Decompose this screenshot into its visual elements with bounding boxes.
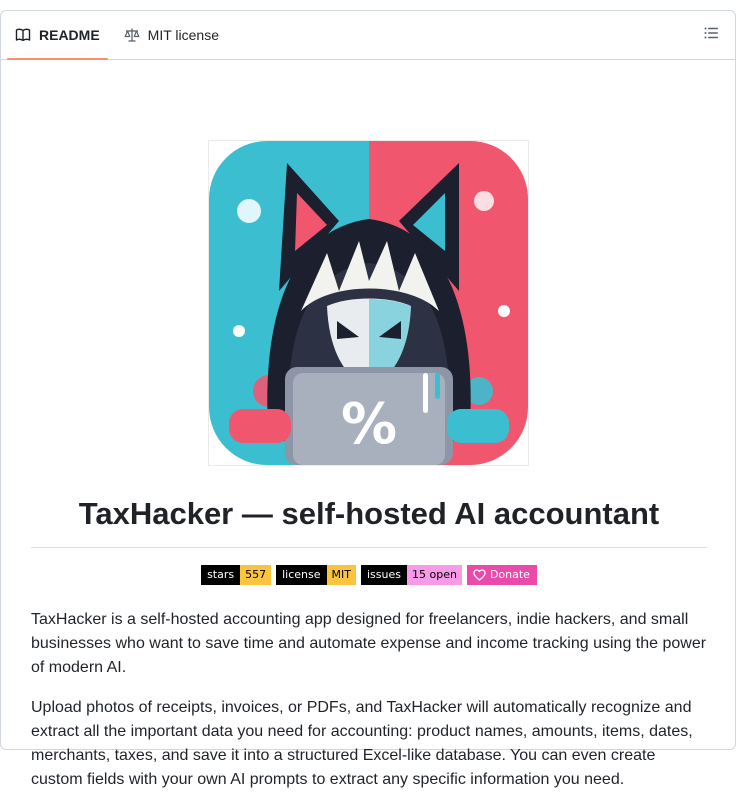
tab-license[interactable]: MIT license bbox=[116, 11, 227, 59]
svg-text:%: % bbox=[341, 392, 397, 457]
tab-license-label: MIT license bbox=[147, 27, 219, 43]
list-unordered-icon bbox=[703, 25, 719, 46]
stars-badge[interactable]: stars 557 bbox=[201, 565, 272, 585]
scale-icon bbox=[124, 27, 140, 43]
license-badge-key: license bbox=[276, 565, 327, 585]
outline-button[interactable] bbox=[701, 25, 721, 45]
upload-paragraph: Upload photos of receipts, invoices, or … bbox=[31, 699, 693, 788]
book-icon bbox=[15, 27, 31, 43]
readme-tabbar: README MIT license bbox=[1, 11, 735, 60]
readme-panel: README MIT license % TaxHacker — self-ho… bbox=[0, 10, 737, 788]
readme-title: TaxHacker — self-hosted AI accountant bbox=[78, 496, 660, 531]
tab-readme[interactable]: README bbox=[7, 11, 108, 60]
badge-row: stars 557 license MIT issues 15 open Don… bbox=[1, 565, 737, 585]
issues-badge[interactable]: issues 15 open bbox=[360, 565, 462, 585]
donate-badge[interactable]: Donate bbox=[466, 565, 537, 585]
license-badge[interactable]: license MIT bbox=[276, 565, 356, 585]
donate-label: Donate bbox=[489, 568, 530, 581]
license-badge-value: MIT bbox=[326, 565, 356, 585]
stars-badge-key: stars bbox=[201, 565, 241, 585]
heart-icon bbox=[473, 569, 486, 581]
intro-paragraph: TaxHacker is a self-hosted accounting ap… bbox=[31, 611, 707, 676]
tab-readme-label: README bbox=[39, 27, 100, 43]
taxhacker-logo-image: % bbox=[208, 140, 529, 466]
issues-badge-value: 15 open bbox=[406, 565, 462, 585]
title-divider bbox=[31, 547, 707, 548]
issues-badge-key: issues bbox=[360, 565, 407, 585]
stars-badge-value: 557 bbox=[240, 565, 272, 585]
